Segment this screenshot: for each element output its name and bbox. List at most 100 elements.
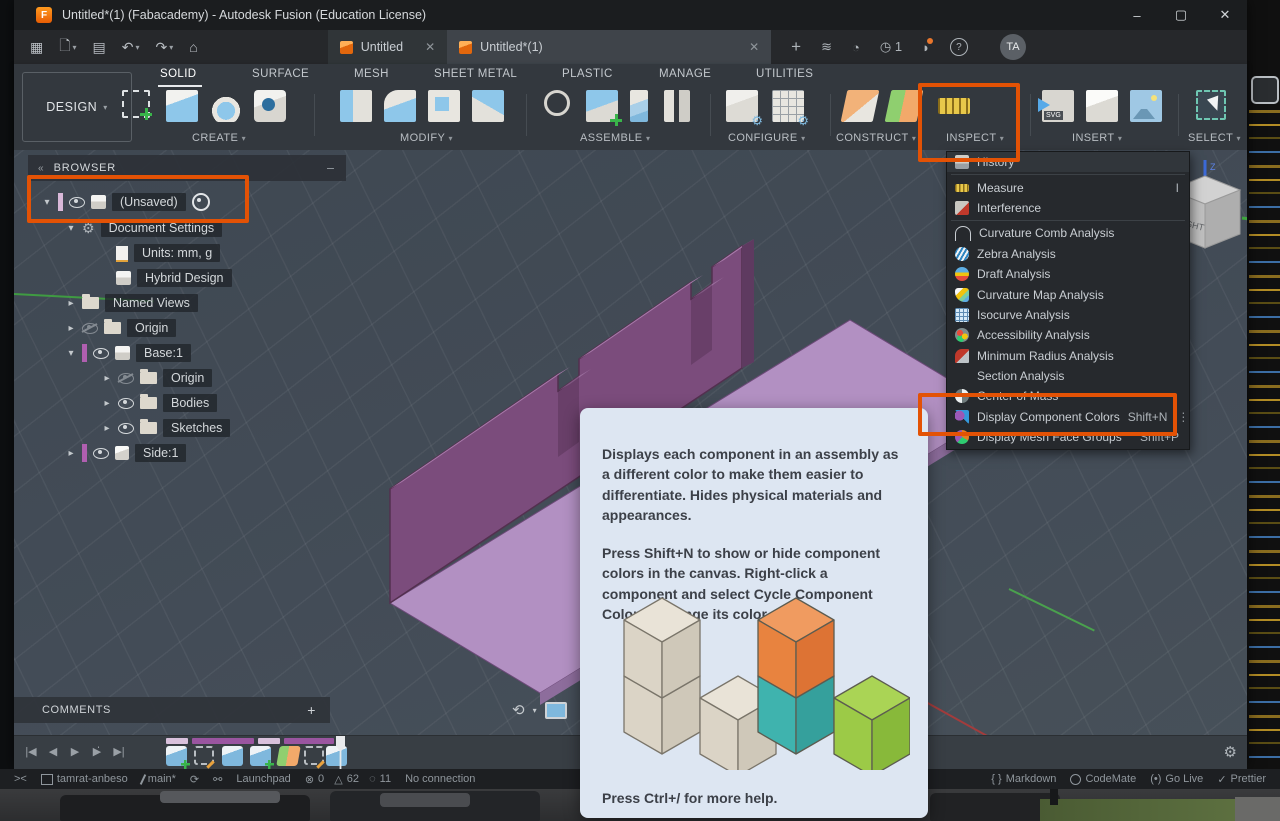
app-grid-icon[interactable]: ▦	[30, 39, 43, 56]
step-forward-icon[interactable]: ▶̇	[86, 745, 108, 758]
tree-row-bodies[interactable]: ▸ Bodies	[102, 392, 218, 414]
clock-icon[interactable]: ◷ 1	[880, 39, 902, 55]
look-at-icon[interactable]	[544, 701, 567, 719]
group-select[interactable]: SELECT ▾	[1188, 132, 1241, 144]
chevron-right-icon[interactable]: ▸	[102, 373, 112, 384]
tab-sheet-metal[interactable]: SHEET METAL	[434, 68, 517, 86]
insert-svg-icon[interactable]	[1038, 90, 1074, 122]
tree-row-unsaved[interactable]: ▾ (Unsaved)	[42, 191, 210, 213]
browser-header[interactable]: « BROWSER –	[28, 155, 346, 181]
redo-icon[interactable]: ↷ ▾	[156, 39, 174, 56]
menu-item-curvature-map[interactable]: Curvature Map Analysis	[947, 284, 1189, 304]
menu-item-draft[interactable]: Draft Analysis	[947, 264, 1189, 284]
codemate[interactable]: CodeMate	[1070, 773, 1136, 785]
measure-icon[interactable]	[938, 98, 970, 114]
status-user[interactable]: tamrat-anbeso	[40, 773, 128, 785]
comments-bar[interactable]: COMMENTS +	[14, 697, 330, 723]
menu-item-history[interactable]: History	[947, 152, 1189, 173]
new-tab-button[interactable]: +	[791, 37, 801, 57]
visibility-eye-icon[interactable]	[93, 447, 109, 459]
git-branch[interactable]: main*	[139, 773, 176, 785]
doc-tab-untitled-1-active[interactable]: Untitled*(1) ✕	[447, 30, 772, 64]
extrude-icon[interactable]	[166, 90, 198, 122]
close-button[interactable]: ✕	[1203, 0, 1247, 30]
menu-item-measure[interactable]: Measure I	[947, 177, 1189, 197]
menu-item-zebra[interactable]: Zebra Analysis	[947, 244, 1189, 264]
home-icon[interactable]: ⌂	[189, 39, 197, 55]
timeline-settings-gear-icon[interactable]: ⚙	[1224, 743, 1237, 761]
minimize-panel-icon[interactable]: –	[327, 161, 334, 175]
chevron-right-icon[interactable]: ▸	[102, 398, 112, 409]
menu-item-isocurve[interactable]: Isocurve Analysis	[947, 305, 1189, 325]
play-icon[interactable]: ▶	[64, 745, 86, 758]
chevron-right-icon[interactable]: ▸	[66, 448, 76, 459]
add-comment-icon[interactable]: +	[307, 702, 316, 718]
visibility-eye-icon[interactable]	[93, 347, 109, 359]
step-back-icon[interactable]: ◀	[42, 745, 64, 758]
tree-row-named-views[interactable]: ▸ Named Views	[66, 292, 198, 314]
account-avatar[interactable]: TA	[999, 34, 1026, 60]
prettier[interactable]: ✓ Prettier	[1217, 773, 1266, 786]
go-to-end-icon[interactable]: ▶|	[108, 745, 130, 758]
select-tool-icon[interactable]	[1196, 90, 1226, 120]
group-insert[interactable]: INSERT ▾	[1072, 132, 1122, 144]
tab-solid[interactable]: SOLID	[160, 68, 197, 86]
visibility-eye-off-icon[interactable]	[118, 372, 134, 384]
hole-icon[interactable]	[254, 90, 286, 122]
fillet-icon[interactable]	[384, 90, 416, 122]
insert-mesh-icon[interactable]	[1086, 90, 1118, 122]
job-status-icon[interactable]: ≋	[821, 39, 832, 55]
problems[interactable]: ⊗ 0 △ 62 ◌ 11	[305, 773, 391, 786]
menu-item-curvature-comb[interactable]: Curvature Comb Analysis	[947, 223, 1189, 243]
tree-row-hybrid-design[interactable]: Hybrid Design	[116, 267, 232, 289]
configuration-table-icon[interactable]	[772, 90, 809, 129]
group-configure[interactable]: CONFIGURE ▾	[728, 132, 806, 144]
remote-indicator[interactable]: ><	[14, 773, 27, 785]
tree-row-side1[interactable]: ▸ Side:1	[66, 442, 187, 464]
tree-row-sketches[interactable]: ▸ Sketches	[102, 417, 231, 439]
menu-item-display-component-colors[interactable]: Display Component Colors Shift+N ⋮	[947, 407, 1189, 427]
sync-icon[interactable]: ⟳	[190, 773, 199, 786]
chevron-down-icon[interactable]: ▾	[66, 348, 76, 359]
timeline-group-bar[interactable]	[258, 738, 280, 744]
tab-close-icon[interactable]: ✕	[749, 40, 759, 54]
undo-icon[interactable]: ↶ ▾	[122, 39, 140, 56]
timeline-feature-sketch[interactable]	[194, 746, 214, 765]
tab-close-icon[interactable]: ✕	[425, 40, 435, 54]
tab-manage[interactable]: MANAGE	[659, 68, 711, 86]
titlebar[interactable]: F Untitled*(1) (Fabacademy) - Autodesk F…	[14, 0, 1247, 30]
ports-icon[interactable]: ⚯	[213, 773, 222, 786]
chevron-right-icon[interactable]: ▸	[102, 423, 112, 434]
chevron-down-icon[interactable]: ▾	[66, 223, 76, 234]
chevron-right-icon[interactable]: ▸	[66, 323, 76, 334]
joint-origin-icon[interactable]	[664, 90, 690, 122]
menu-item-center-of-mass[interactable]: Center of Mass	[947, 386, 1189, 406]
chevron-right-icon[interactable]: ▸	[66, 298, 76, 309]
extensions-icon[interactable]: ◔	[852, 40, 860, 55]
orbit-icon[interactable]: ⟲	[512, 701, 525, 719]
chevron-down-icon[interactable]: ▾	[533, 706, 537, 715]
visibility-eye-icon[interactable]	[69, 196, 85, 208]
collapse-icon[interactable]: «	[38, 163, 44, 174]
tab-surface[interactable]: SURFACE	[252, 68, 309, 86]
go-live[interactable]: (•) Go Live	[1150, 773, 1203, 785]
file-menu-icon[interactable]: 🗋 ▾	[59, 35, 76, 59]
menu-item-minimum-radius[interactable]: Minimum Radius Analysis	[947, 346, 1189, 366]
tab-plastic[interactable]: PLASTIC	[562, 68, 613, 86]
group-create[interactable]: CREATE ▾	[192, 132, 246, 144]
menu-item-interference[interactable]: Interference	[947, 198, 1189, 218]
timeline-feature-plane[interactable]	[276, 746, 301, 766]
construct-plane-icon[interactable]	[840, 90, 880, 122]
joint-icon[interactable]	[630, 90, 648, 122]
group-inspect[interactable]: INSPECT ▾	[946, 132, 1004, 144]
create-sketch-icon[interactable]	[122, 90, 152, 120]
timeline-feature-extrude[interactable]	[222, 746, 243, 766]
timeline-group-bar[interactable]	[166, 738, 188, 744]
menu-item-display-mesh-face-groups[interactable]: Display Mesh Face Groups Shift+P	[947, 427, 1189, 447]
tree-row-document-settings[interactable]: ▾ ⚙ Document Settings	[66, 217, 223, 239]
chevron-down-icon[interactable]: ▾	[42, 197, 52, 208]
group-modify[interactable]: MODIFY ▾	[400, 132, 453, 144]
split-editor-icon[interactable]	[1251, 76, 1279, 104]
minimize-button[interactable]: –	[1115, 0, 1159, 30]
tab-utilities[interactable]: UTILITIES	[756, 68, 813, 86]
